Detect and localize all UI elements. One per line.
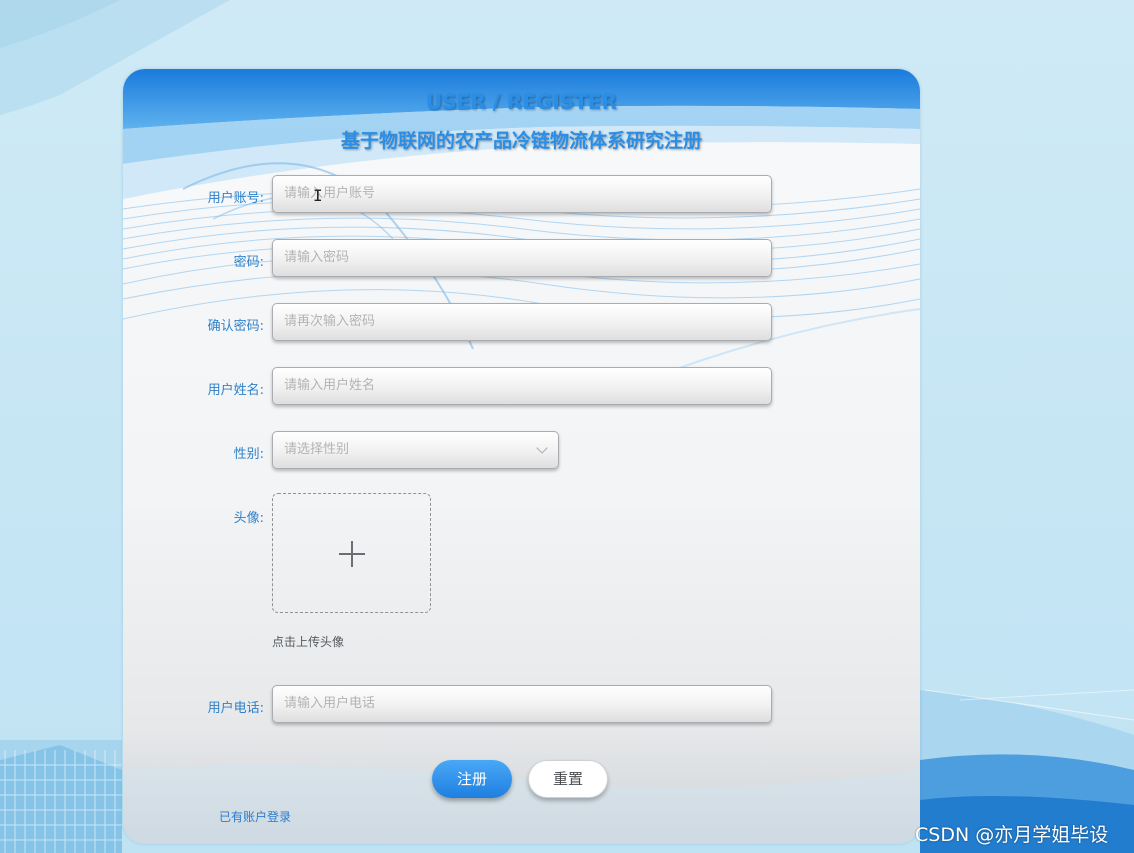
phone-placeholder: 请输入用户电话 bbox=[284, 696, 376, 711]
text-cursor-icon: I bbox=[313, 186, 323, 205]
register-button[interactable]: 注册 bbox=[432, 760, 512, 798]
phone-label: 用户电话: bbox=[207, 701, 264, 716]
reset-button[interactable]: 重置 bbox=[528, 760, 608, 798]
confirm-password-input[interactable]: 请再次输入密码 bbox=[272, 303, 772, 341]
gender-select[interactable]: 请选择性别 bbox=[272, 431, 559, 469]
account-placeholder: 请输入用户账号 bbox=[284, 186, 376, 201]
chevron-down-icon bbox=[536, 442, 548, 454]
password-input[interactable]: 请输入密码 bbox=[272, 239, 772, 277]
account-input[interactable]: 请输入用户账号 bbox=[272, 175, 772, 213]
gender-placeholder: 请选择性别 bbox=[284, 442, 350, 457]
avatar-label: 头像: bbox=[233, 511, 264, 526]
name-input[interactable]: 请输入用户姓名 bbox=[272, 367, 772, 405]
name-label: 用户姓名: bbox=[207, 383, 264, 398]
gender-label: 性别: bbox=[233, 447, 264, 462]
avatar-upload-hint: 点击上传头像 bbox=[272, 635, 345, 649]
page-title-en: USER / REGISTER bbox=[426, 90, 617, 114]
password-label: 密码: bbox=[233, 255, 264, 270]
phone-input[interactable]: 请输入用户电话 bbox=[272, 685, 772, 723]
confirm-password-label: 确认密码: bbox=[207, 319, 264, 334]
login-link[interactable]: 已有账户登录 bbox=[219, 808, 291, 825]
watermark: CSDN @亦月学姐毕设 bbox=[915, 824, 1109, 846]
page-title-cn: 基于物联网的农产品冷链物流体系研究注册 bbox=[340, 130, 702, 152]
name-placeholder: 请输入用户姓名 bbox=[284, 378, 376, 393]
account-label: 用户账号: bbox=[207, 191, 264, 206]
confirm-password-placeholder: 请再次输入密码 bbox=[284, 314, 376, 329]
avatar-upload[interactable] bbox=[272, 493, 431, 613]
password-placeholder: 请输入密码 bbox=[284, 250, 350, 265]
